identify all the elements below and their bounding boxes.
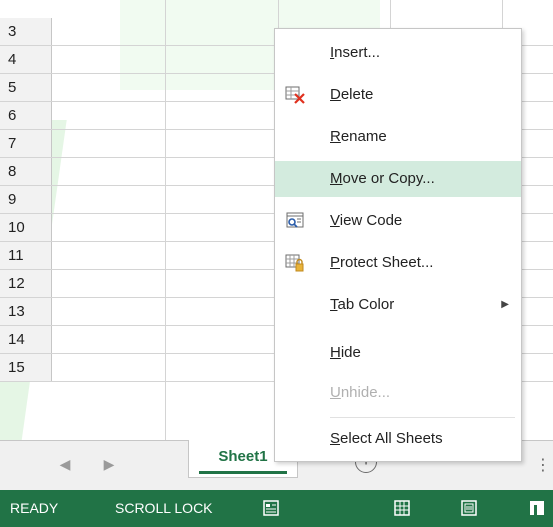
menu-item-unhide: Unhide... xyxy=(275,375,521,411)
menu-item-label: ab Color xyxy=(337,296,395,313)
row-header[interactable]: 14 xyxy=(0,326,52,353)
menu-item-tab-color[interactable]: Tab Color ▶ xyxy=(275,287,521,323)
menu-item-accelerator: M xyxy=(330,170,343,187)
row-header[interactable]: 11 xyxy=(0,242,52,269)
menu-item-accelerator: D xyxy=(330,86,341,103)
row-header[interactable]: 10 xyxy=(0,214,52,241)
row-header[interactable]: 4 xyxy=(0,46,52,73)
view-code-icon xyxy=(286,212,304,228)
menu-item-label: ide xyxy=(340,344,361,361)
menu-item-accelerator: T xyxy=(330,296,338,313)
menu-item-protect-sheet[interactable]: Protect Sheet... xyxy=(275,245,521,281)
menu-item-label: ename xyxy=(340,128,387,145)
scroll-tabs-right-button[interactable]: ▶ xyxy=(100,453,118,475)
menu-item-label: rotect Sheet... xyxy=(340,254,434,271)
menu-item-insert[interactable]: Insert... xyxy=(275,35,521,71)
row-header[interactable]: 3 xyxy=(0,18,52,45)
macro-record-icon[interactable] xyxy=(262,499,280,517)
menu-item-label: ove or Copy... xyxy=(342,170,435,187)
row-header[interactable]: 12 xyxy=(0,270,52,297)
menu-item-accelerator: R xyxy=(330,128,341,145)
submenu-arrow-icon: ▶ xyxy=(501,299,509,310)
menu-item-hide[interactable]: Hide xyxy=(275,335,521,371)
menu-item-select-all-sheets[interactable]: Select All Sheets xyxy=(275,421,521,457)
row-header[interactable]: 7 xyxy=(0,130,52,157)
page-layout-view-icon[interactable] xyxy=(460,499,478,517)
sheet-tab-context-menu: Insert... Delete Rename Move or Copy... … xyxy=(274,28,522,462)
row-header[interactable]: 8 xyxy=(0,158,52,185)
row-header[interactable]: 13 xyxy=(0,298,52,325)
tab-split-handle[interactable]: ⋮ xyxy=(535,455,551,475)
page-break-preview-icon[interactable] xyxy=(528,499,546,517)
menu-item-accelerator: P xyxy=(330,254,341,271)
row-header[interactable]: 9 xyxy=(0,186,52,213)
menu-item-accelerator: S xyxy=(330,430,341,447)
protect-sheet-icon xyxy=(285,254,304,272)
status-scroll-lock: SCROLL LOCK xyxy=(115,500,213,516)
scroll-tabs-left-button[interactable]: ◀ xyxy=(56,453,74,475)
status-bar: READY SCROLL LOCK xyxy=(0,490,553,527)
menu-item-label: nhide... xyxy=(340,384,391,401)
menu-item-accelerator: H xyxy=(330,344,341,361)
delete-sheet-icon xyxy=(285,86,305,104)
menu-item-accelerator: V xyxy=(330,212,340,229)
menu-item-rename[interactable]: Rename xyxy=(275,119,521,155)
row-header[interactable]: 15 xyxy=(0,354,52,381)
menu-item-label: elect All Sheets xyxy=(340,430,443,447)
menu-separator xyxy=(330,417,515,418)
menu-item-delete[interactable]: Delete xyxy=(275,77,521,113)
status-ready: READY xyxy=(10,500,59,516)
menu-item-label: iew Code xyxy=(339,212,403,229)
row-header[interactable]: 5 xyxy=(0,74,52,101)
row-header[interactable]: 6 xyxy=(0,102,52,129)
normal-view-icon[interactable] xyxy=(393,499,411,517)
menu-item-move-or-copy[interactable]: Move or Copy... xyxy=(275,161,521,197)
menu-item-accelerator: U xyxy=(330,384,341,401)
menu-item-label: nsert... xyxy=(334,44,381,61)
menu-item-view-code[interactable]: View Code xyxy=(275,203,521,239)
menu-item-label: elete xyxy=(340,86,374,103)
